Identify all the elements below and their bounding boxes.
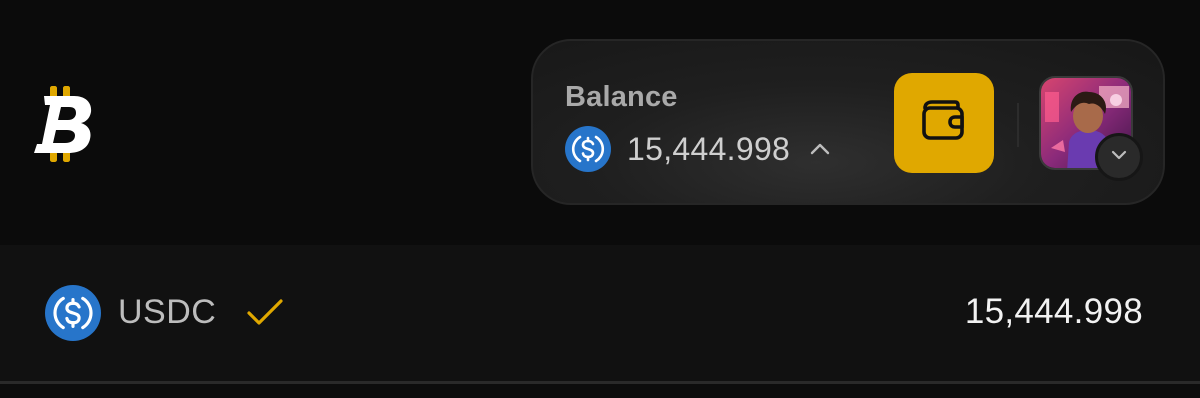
chevron-up-icon[interactable] <box>808 137 832 161</box>
account-dropdown-button[interactable] <box>1095 133 1143 181</box>
check-icon <box>244 296 286 330</box>
chevron-down-icon <box>1109 145 1129 170</box>
top-header: Balance 15,444.998 <box>0 0 1200 245</box>
asset-amount: 15,444.998 <box>964 292 1143 331</box>
usdc-coin-icon <box>565 126 611 172</box>
asset-symbol: USDC <box>118 293 217 331</box>
balance-label: Balance <box>565 81 678 113</box>
wallet-icon <box>919 98 969 149</box>
balance-card: Balance 15,444.998 <box>531 39 1165 205</box>
list-continuation <box>0 384 1200 398</box>
balance-currency-selector[interactable]: 15,444.998 <box>565 125 832 173</box>
wallet-button[interactable] <box>894 73 994 173</box>
asset-row-usdc[interactable]: USDC 15,444.998 <box>0 245 1200 382</box>
bitcoin-b-logo-icon[interactable] <box>30 85 96 163</box>
header-divider <box>1017 103 1019 147</box>
balance-amount: 15,444.998 <box>627 130 791 167</box>
usdc-coin-icon <box>45 285 101 341</box>
